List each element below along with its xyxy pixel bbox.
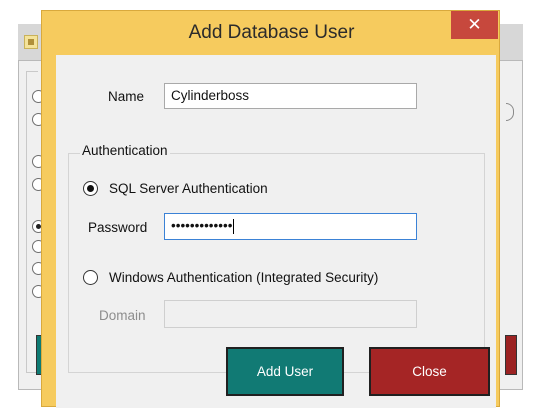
- sql-auth-radio[interactable]: [83, 181, 98, 196]
- domain-input[interactable]: [164, 300, 417, 328]
- app-icon: [24, 35, 38, 49]
- sql-auth-label[interactable]: SQL Server Authentication: [109, 181, 268, 196]
- add-user-button[interactable]: Add User: [226, 347, 344, 396]
- add-database-user-dialog: Add Database User ✕ Name Cylinderboss Au…: [41, 10, 500, 408]
- windows-auth-label[interactable]: Windows Authentication (Integrated Secur…: [109, 270, 378, 285]
- background-button[interactable]: [505, 335, 517, 375]
- name-label: Name: [108, 89, 145, 104]
- text-caret: [233, 218, 235, 234]
- password-input[interactable]: •••••••••••••: [164, 213, 417, 240]
- close-button[interactable]: Close: [369, 347, 490, 396]
- windows-auth-radio[interactable]: [83, 270, 98, 285]
- domain-label: Domain: [99, 308, 146, 323]
- authentication-group-title: Authentication: [80, 143, 170, 158]
- dialog-client-area: Name Cylinderboss Authentication SQL Ser…: [56, 55, 496, 408]
- close-icon[interactable]: ✕: [451, 11, 498, 39]
- password-label: Password: [88, 220, 148, 235]
- password-value: •••••••••••••: [171, 218, 233, 233]
- name-input[interactable]: Cylinderboss: [164, 83, 417, 109]
- dialog-title: Add Database User: [188, 22, 355, 43]
